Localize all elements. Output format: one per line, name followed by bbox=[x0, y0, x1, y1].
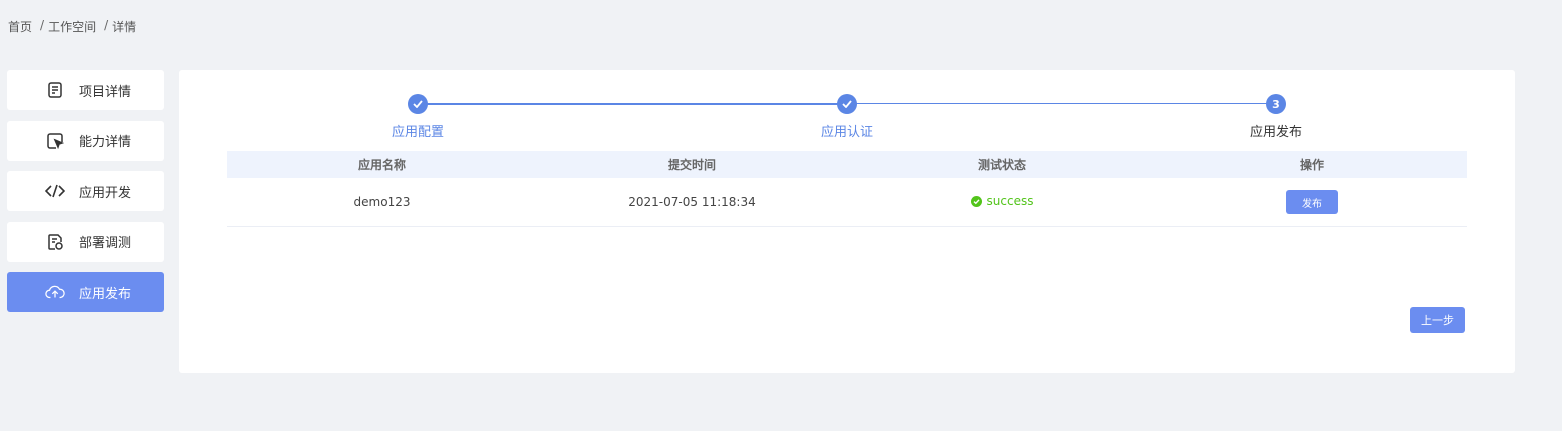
sidebar-item-project-detail[interactable]: 项目详情 bbox=[7, 70, 164, 110]
cloud-upload-icon bbox=[45, 282, 65, 302]
sidebar: 项目详情 能力详情 应用开发 部署调测 应用发布 bbox=[7, 70, 164, 323]
breadcrumb-separator: / bbox=[40, 18, 45, 32]
step-done-icon bbox=[408, 94, 428, 114]
action-cell: 发布 bbox=[1157, 190, 1467, 214]
sidebar-item-label: 应用发布 bbox=[79, 286, 132, 302]
step-connector bbox=[427, 102, 847, 105]
breadcrumb-separator: / bbox=[104, 18, 109, 32]
column-header: 测试状态 bbox=[977, 158, 1026, 172]
step-connector bbox=[856, 103, 1276, 104]
submit-time-cell: 2021-07-05 11:18:34 bbox=[628, 195, 756, 209]
breadcrumb-workspace[interactable]: 工作空间 bbox=[48, 18, 96, 35]
app-name-cell: demo123 bbox=[353, 195, 411, 209]
app-table: 应用名称 提交时间 测试状态 操作 demo123 2021-07-05 11:… bbox=[227, 151, 1467, 227]
sidebar-item-label: 应用开发 bbox=[79, 185, 132, 201]
document-icon bbox=[45, 80, 65, 100]
step-number: 3 bbox=[1266, 94, 1286, 114]
status-text: success bbox=[986, 194, 1034, 209]
sidebar-item-app-publish[interactable]: 应用发布 bbox=[7, 272, 164, 312]
status-badge: success bbox=[970, 194, 1034, 209]
steps: 应用配置 应用认证 3 应用发布 bbox=[179, 70, 1515, 150]
sidebar-item-app-dev[interactable]: 应用开发 bbox=[7, 171, 164, 211]
column-header: 提交时间 bbox=[667, 158, 716, 172]
table-row: demo123 2021-07-05 11:18:34 success 发布 bbox=[227, 178, 1467, 227]
test-status-cell: success bbox=[847, 194, 1157, 210]
table-header: 应用名称 提交时间 测试状态 操作 bbox=[227, 151, 1467, 178]
breadcrumb: 首页 / 工作空间 / 详情 bbox=[8, 18, 136, 35]
step-label: 应用认证 bbox=[820, 125, 874, 140]
column-header: 应用名称 bbox=[357, 158, 406, 172]
sidebar-item-capability-detail[interactable]: 能力详情 bbox=[7, 120, 164, 161]
code-icon bbox=[45, 181, 65, 201]
publish-button[interactable]: 发布 bbox=[1286, 190, 1338, 214]
prev-step-button[interactable]: 上一步 bbox=[1410, 307, 1465, 333]
sidebar-item-label: 部署调测 bbox=[79, 236, 132, 251]
sidebar-item-label: 能力详情 bbox=[79, 135, 132, 150]
check-circle-icon bbox=[970, 195, 982, 207]
column-header: 操作 bbox=[1299, 158, 1324, 172]
deploy-file-icon bbox=[45, 232, 65, 252]
sidebar-item-deploy-debug[interactable]: 部署调测 bbox=[7, 221, 164, 262]
breadcrumb-home[interactable]: 首页 bbox=[8, 18, 32, 35]
step-done-icon bbox=[837, 94, 857, 114]
main-panel: 应用配置 应用认证 3 应用发布 应用名称 提交时间 测试状态 操作 demo1… bbox=[179, 70, 1515, 373]
cursor-icon bbox=[45, 131, 65, 151]
step-label: 应用配置 bbox=[391, 125, 445, 140]
breadcrumb-detail: 详情 bbox=[112, 20, 137, 34]
step-label: 应用发布 bbox=[1249, 125, 1303, 140]
sidebar-item-label: 项目详情 bbox=[79, 84, 132, 100]
